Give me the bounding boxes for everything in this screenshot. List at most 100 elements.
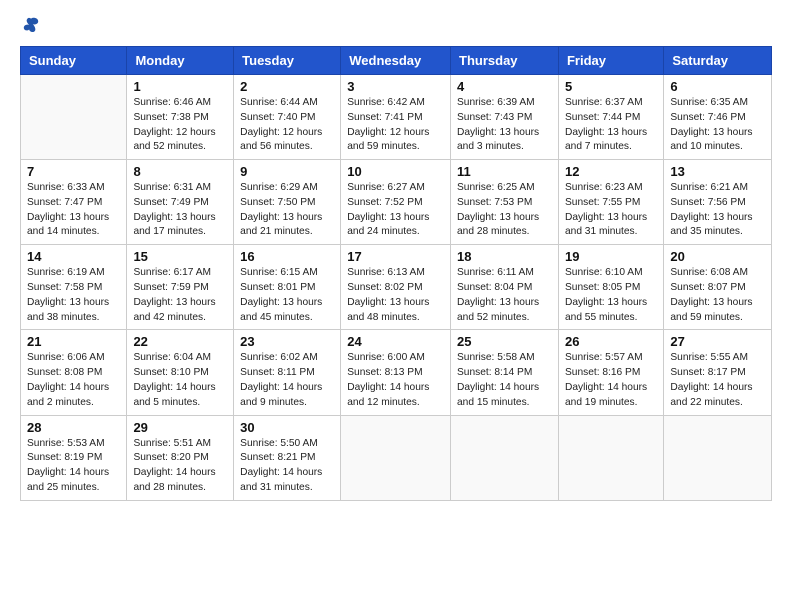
calendar-cell: 14 Sunrise: 6:19 AM Sunset: 7:58 PM Dayli… (21, 245, 127, 330)
day-number: 8 (133, 164, 227, 179)
day-number: 28 (27, 420, 120, 435)
day-number: 24 (347, 334, 444, 349)
day-number: 30 (240, 420, 334, 435)
day-number: 19 (565, 249, 657, 264)
day-number: 14 (27, 249, 120, 264)
day-info: Sunrise: 5:58 AM Sunset: 8:14 PM Dayligh… (457, 351, 552, 410)
day-number: 16 (240, 249, 334, 264)
calendar-cell: 29 Sunrise: 5:51 AM Sunset: 8:20 PM Dayli… (127, 415, 234, 500)
calendar-cell: 30 Sunrise: 5:50 AM Sunset: 8:21 PM Dayli… (234, 415, 341, 500)
calendar-cell: 18 Sunrise: 6:11 AM Sunset: 8:04 PM Dayli… (451, 245, 559, 330)
logo (20, 18, 40, 34)
day-info: Sunrise: 6:17 AM Sunset: 7:59 PM Dayligh… (133, 266, 227, 325)
column-header-sunday: Sunday (21, 47, 127, 75)
day-number: 25 (457, 334, 552, 349)
day-number: 2 (240, 79, 334, 94)
day-number: 7 (27, 164, 120, 179)
calendar-table: SundayMondayTuesdayWednesdayThursdayFrid… (20, 46, 772, 501)
day-info: Sunrise: 6:42 AM Sunset: 7:41 PM Dayligh… (347, 96, 444, 155)
day-info: Sunrise: 6:10 AM Sunset: 8:05 PM Dayligh… (565, 266, 657, 325)
calendar-cell: 21 Sunrise: 6:06 AM Sunset: 8:08 PM Dayli… (21, 330, 127, 415)
column-header-tuesday: Tuesday (234, 47, 341, 75)
day-number: 13 (670, 164, 765, 179)
calendar-cell: 10 Sunrise: 6:27 AM Sunset: 7:52 PM Dayli… (341, 160, 451, 245)
header (20, 18, 772, 34)
day-number: 23 (240, 334, 334, 349)
day-info: Sunrise: 6:08 AM Sunset: 8:07 PM Dayligh… (670, 266, 765, 325)
calendar-cell (451, 415, 559, 500)
calendar-cell (664, 415, 772, 500)
calendar-cell: 13Sunrise: 6:21 AM Sunset: 7:56 PM Dayli… (664, 160, 772, 245)
day-number: 5 (565, 79, 657, 94)
day-info: Sunrise: 6:29 AM Sunset: 7:50 PM Dayligh… (240, 181, 334, 240)
column-header-wednesday: Wednesday (341, 47, 451, 75)
day-info: Sunrise: 6:11 AM Sunset: 8:04 PM Dayligh… (457, 266, 552, 325)
week-row-1: 1 Sunrise: 6:46 AM Sunset: 7:38 PM Daylig… (21, 75, 772, 160)
day-info: Sunrise: 5:55 AM Sunset: 8:17 PM Dayligh… (670, 351, 765, 410)
day-number: 20 (670, 249, 765, 264)
day-number: 9 (240, 164, 334, 179)
calendar-cell: 1 Sunrise: 6:46 AM Sunset: 7:38 PM Daylig… (127, 75, 234, 160)
day-info: Sunrise: 5:57 AM Sunset: 8:16 PM Dayligh… (565, 351, 657, 410)
calendar-cell: 26 Sunrise: 5:57 AM Sunset: 8:16 PM Dayli… (558, 330, 663, 415)
calendar-cell: 7 Sunrise: 6:33 AM Sunset: 7:47 PM Daylig… (21, 160, 127, 245)
day-info: Sunrise: 6:31 AM Sunset: 7:49 PM Dayligh… (133, 181, 227, 240)
day-info: Sunrise: 6:23 AM Sunset: 7:55 PM Dayligh… (565, 181, 657, 240)
calendar-cell: 12 Sunrise: 6:23 AM Sunset: 7:55 PM Dayli… (558, 160, 663, 245)
column-header-friday: Friday (558, 47, 663, 75)
calendar-cell: 23 Sunrise: 6:02 AM Sunset: 8:11 PM Dayli… (234, 330, 341, 415)
day-info: Sunrise: 6:00 AM Sunset: 8:13 PM Dayligh… (347, 351, 444, 410)
day-info: Sunrise: 6:44 AM Sunset: 7:40 PM Dayligh… (240, 96, 334, 155)
week-row-4: 21 Sunrise: 6:06 AM Sunset: 8:08 PM Dayli… (21, 330, 772, 415)
day-info: Sunrise: 5:50 AM Sunset: 8:21 PM Dayligh… (240, 437, 334, 496)
page: SundayMondayTuesdayWednesdayThursdayFrid… (0, 0, 792, 511)
day-number: 10 (347, 164, 444, 179)
week-row-2: 7 Sunrise: 6:33 AM Sunset: 7:47 PM Daylig… (21, 160, 772, 245)
day-number: 17 (347, 249, 444, 264)
calendar-cell: 15Sunrise: 6:17 AM Sunset: 7:59 PM Dayli… (127, 245, 234, 330)
calendar-cell: 28 Sunrise: 5:53 AM Sunset: 8:19 PM Dayli… (21, 415, 127, 500)
calendar-cell (558, 415, 663, 500)
day-info: Sunrise: 6:04 AM Sunset: 8:10 PM Dayligh… (133, 351, 227, 410)
column-header-saturday: Saturday (664, 47, 772, 75)
day-number: 1 (133, 79, 227, 94)
day-number: 26 (565, 334, 657, 349)
day-info: Sunrise: 6:19 AM Sunset: 7:58 PM Dayligh… (27, 266, 120, 325)
day-number: 29 (133, 420, 227, 435)
column-headers: SundayMondayTuesdayWednesdayThursdayFrid… (21, 47, 772, 75)
day-number: 12 (565, 164, 657, 179)
day-number: 3 (347, 79, 444, 94)
day-number: 22 (133, 334, 227, 349)
day-info: Sunrise: 6:39 AM Sunset: 7:43 PM Dayligh… (457, 96, 552, 155)
calendar-cell: 6Sunrise: 6:35 AM Sunset: 7:46 PM Daylig… (664, 75, 772, 160)
column-header-thursday: Thursday (451, 47, 559, 75)
day-number: 4 (457, 79, 552, 94)
day-info: Sunrise: 6:15 AM Sunset: 8:01 PM Dayligh… (240, 266, 334, 325)
day-info: Sunrise: 6:46 AM Sunset: 7:38 PM Dayligh… (133, 96, 227, 155)
calendar-cell: 25 Sunrise: 5:58 AM Sunset: 8:14 PM Dayli… (451, 330, 559, 415)
calendar-cell: 17 Sunrise: 6:13 AM Sunset: 8:02 PM Dayli… (341, 245, 451, 330)
day-info: Sunrise: 5:53 AM Sunset: 8:19 PM Dayligh… (27, 437, 120, 496)
logo-bird-icon (22, 16, 40, 34)
calendar-cell: 11Sunrise: 6:25 AM Sunset: 7:53 PM Dayli… (451, 160, 559, 245)
calendar-cell: 2 Sunrise: 6:44 AM Sunset: 7:40 PM Daylig… (234, 75, 341, 160)
calendar-cell: 19 Sunrise: 6:10 AM Sunset: 8:05 PM Dayli… (558, 245, 663, 330)
calendar-cell (341, 415, 451, 500)
calendar-cell: 16 Sunrise: 6:15 AM Sunset: 8:01 PM Dayli… (234, 245, 341, 330)
calendar-cell: 24 Sunrise: 6:00 AM Sunset: 8:13 PM Dayli… (341, 330, 451, 415)
day-number: 6 (670, 79, 765, 94)
calendar-cell: 4 Sunrise: 6:39 AM Sunset: 7:43 PM Daylig… (451, 75, 559, 160)
day-number: 18 (457, 249, 552, 264)
day-info: Sunrise: 6:27 AM Sunset: 7:52 PM Dayligh… (347, 181, 444, 240)
day-number: 21 (27, 334, 120, 349)
calendar-cell: 22 Sunrise: 6:04 AM Sunset: 8:10 PM Dayli… (127, 330, 234, 415)
logo-text (20, 18, 40, 34)
calendar-cell: 9 Sunrise: 6:29 AM Sunset: 7:50 PM Daylig… (234, 160, 341, 245)
day-info: Sunrise: 6:33 AM Sunset: 7:47 PM Dayligh… (27, 181, 120, 240)
day-info: Sunrise: 6:02 AM Sunset: 8:11 PM Dayligh… (240, 351, 334, 410)
day-info: Sunrise: 6:06 AM Sunset: 8:08 PM Dayligh… (27, 351, 120, 410)
day-info: Sunrise: 5:51 AM Sunset: 8:20 PM Dayligh… (133, 437, 227, 496)
day-info: Sunrise: 6:13 AM Sunset: 8:02 PM Dayligh… (347, 266, 444, 325)
calendar-cell: 3 Sunrise: 6:42 AM Sunset: 7:41 PM Daylig… (341, 75, 451, 160)
calendar-cell: 8 Sunrise: 6:31 AM Sunset: 7:49 PM Daylig… (127, 160, 234, 245)
